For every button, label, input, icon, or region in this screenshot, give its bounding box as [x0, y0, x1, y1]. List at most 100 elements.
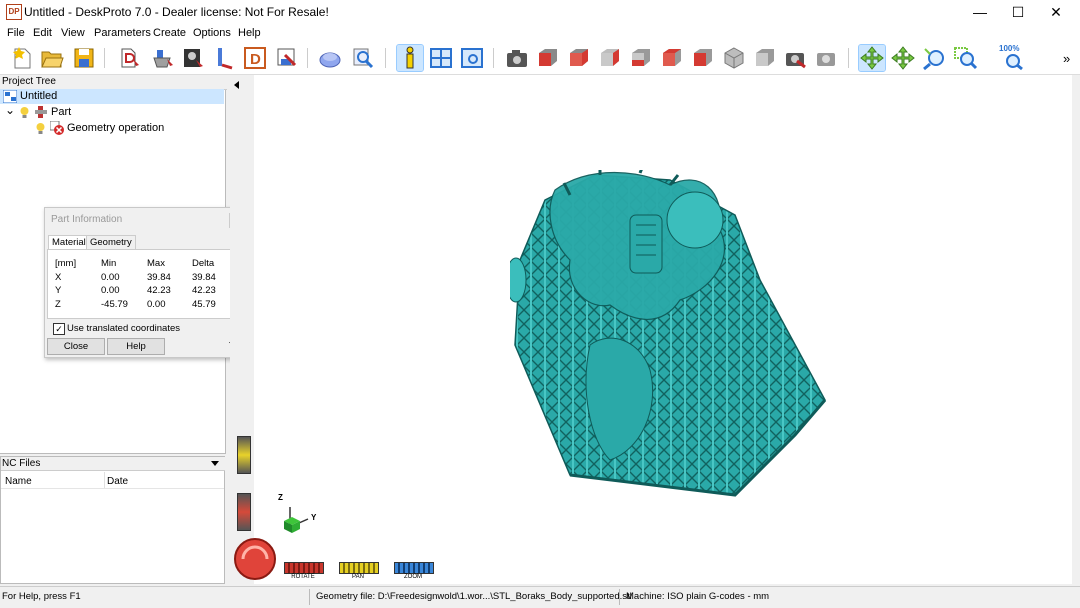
tree-item-geometry-operation-label: Geometry operation [67, 122, 165, 134]
svg-text:D: D [250, 51, 261, 68]
camera-rotate-icon[interactable] [783, 45, 809, 71]
row-y-min: 0.00 [101, 285, 120, 296]
viewport-gutter [230, 75, 254, 584]
save-disk-icon[interactable] [71, 45, 97, 71]
pan-mode-icon[interactable] [890, 45, 916, 71]
row-x-delta: 39.84 [192, 272, 216, 283]
part-icon [35, 106, 47, 118]
nc-files-panel: NC Files Name Date [0, 456, 225, 584]
view-iso-icon[interactable] [721, 45, 747, 71]
drill-wizard-icon[interactable] [211, 45, 237, 71]
menu-file[interactable]: File [7, 27, 25, 39]
menu-view[interactable]: View [61, 27, 85, 39]
vertical-scrollbar[interactable] [1072, 75, 1080, 584]
menu-create[interactable]: Create [153, 27, 186, 39]
export-icon[interactable] [273, 45, 299, 71]
row-x-axis: X [55, 272, 62, 283]
nc-col-name[interactable]: Name [5, 476, 32, 487]
status-help-text: For Help, press F1 [2, 591, 81, 602]
d-wizard-icon[interactable]: D [242, 45, 268, 71]
row-z-delta: 45.79 [192, 299, 216, 310]
rotate-slider[interactable] [284, 562, 324, 574]
view-iso2-icon[interactable] [752, 45, 778, 71]
status-geometry-file: Geometry file: D:\Freedesignwold\1.wor..… [316, 591, 632, 602]
project-tree-header: Project Tree [0, 75, 227, 90]
rotate-dial-icon[interactable] [237, 493, 251, 531]
menu-help[interactable]: Help [238, 27, 261, 39]
operation-error-icon [50, 121, 64, 135]
zoom-to-fit-icon[interactable] [350, 45, 376, 71]
collapse-chevron-icon[interactable]: ⌄ [5, 103, 15, 118]
axis-z-label: Z [278, 493, 283, 502]
view-back-icon[interactable] [597, 45, 623, 71]
open-folder-icon[interactable] [39, 45, 65, 71]
info-icon[interactable] [396, 44, 424, 72]
rotate-label: ROTATE [291, 574, 315, 580]
tree-item-geometry-operation[interactable]: Geometry operation [0, 121, 224, 136]
menu-bar: File Edit View Parameters Create Options… [0, 24, 1080, 42]
project-icon [3, 90, 17, 103]
toolbar-overflow-button[interactable]: » [1063, 51, 1070, 66]
tab-material[interactable]: Material [48, 235, 90, 250]
nc-col-date[interactable]: Date [107, 476, 128, 487]
tree-item-part[interactable]: ⌄ Part [0, 103, 224, 120]
col-header-unit: [mm] [55, 258, 77, 269]
view-top-icon[interactable] [659, 45, 685, 71]
view-left-icon[interactable] [628, 45, 654, 71]
lightbulb-icon[interactable] [20, 107, 29, 119]
tree-item-project-label: Untitled [20, 90, 58, 102]
pan-dial-icon[interactable] [237, 436, 251, 474]
pan-slider[interactable] [339, 562, 379, 574]
row-x-max: 39.84 [147, 272, 171, 283]
window-title: Untitled - DeskProto 7.0 - Dealer licens… [24, 5, 329, 19]
shaded-view-icon[interactable] [318, 45, 344, 71]
status-machine: Machine: ISO plain G-codes - mm [626, 591, 770, 602]
menu-parameters[interactable]: Parameters [94, 27, 151, 39]
zoom-label: ZOOM [404, 574, 422, 580]
col-header-min: Min [101, 258, 117, 269]
minimize-button[interactable]: — [961, 0, 999, 24]
row-z-axis: Z [55, 299, 61, 310]
translated-coordinates-checkbox[interactable]: ✓ [53, 323, 65, 335]
row-y-axis: Y [55, 285, 62, 296]
zoom-window-icon[interactable] [952, 45, 978, 71]
tab-geometry[interactable]: Geometry [86, 235, 136, 249]
image-wizard-icon[interactable] [180, 45, 206, 71]
pan-label: PAN [352, 574, 364, 580]
view-right-icon[interactable] [566, 45, 592, 71]
new-file-icon[interactable] [9, 45, 35, 71]
wizard-icon[interactable] [117, 45, 143, 71]
3d-model-render [510, 170, 827, 497]
collapse-left-icon[interactable] [234, 81, 239, 89]
zoom-slider[interactable] [394, 562, 434, 574]
close-window-button[interactable]: ✕ [1037, 0, 1075, 24]
view-bottom-icon[interactable] [690, 45, 716, 71]
layout-icon[interactable] [428, 45, 454, 71]
camera-icon[interactable] [504, 45, 530, 71]
rotate-wheel-icon[interactable] [233, 537, 277, 581]
row-y-delta: 42.23 [192, 285, 216, 296]
status-bar: For Help, press F1 Geometry file: D:\Fre… [0, 586, 1080, 608]
3d-viewport[interactable]: Z Y ROTATE PAN ZOOM [230, 75, 1072, 584]
menu-options[interactable]: Options [193, 27, 231, 39]
close-button[interactable]: Close [47, 338, 105, 355]
camera-lock-icon[interactable] [814, 45, 840, 71]
col-header-delta: Delta [192, 258, 215, 269]
nc-files-dropdown-icon[interactable] [211, 461, 219, 466]
nc-files-column-header: Name Date [1, 472, 224, 489]
help-button[interactable]: Help [107, 338, 165, 355]
menu-edit[interactable]: Edit [33, 27, 52, 39]
part-wizard-icon[interactable] [149, 45, 175, 71]
dialog-title: Part Information [51, 214, 123, 225]
tree-item-project[interactable]: Untitled [0, 89, 224, 104]
row-z-min: -45.79 [101, 299, 128, 310]
zoom-in-icon[interactable] [921, 45, 947, 71]
maximize-button[interactable]: ☐ [999, 0, 1037, 24]
col-header-max: Max [147, 258, 165, 269]
view-front-icon[interactable] [535, 45, 561, 71]
preview-icon[interactable] [459, 45, 485, 71]
zoom-100-icon[interactable]: 100% [999, 44, 1025, 71]
row-z-max: 0.00 [147, 299, 166, 310]
lightbulb-icon[interactable] [36, 123, 45, 135]
rotate-mode-icon[interactable] [858, 44, 886, 72]
